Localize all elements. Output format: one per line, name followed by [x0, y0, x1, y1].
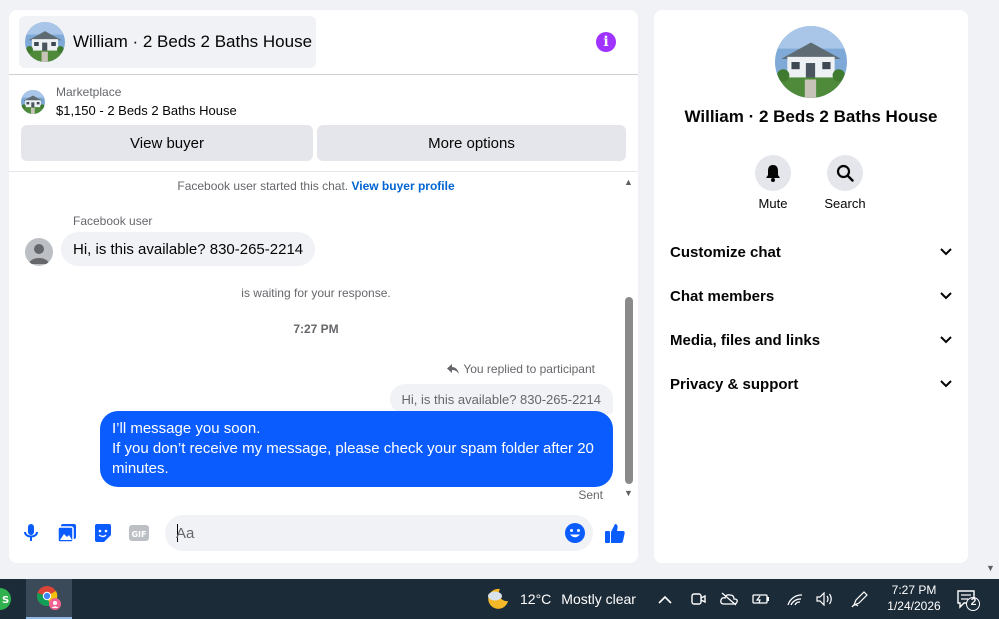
bell-icon — [766, 165, 780, 182]
user-avatar[interactable] — [25, 238, 53, 266]
thumbs-up-icon[interactable] — [604, 522, 626, 544]
clock-date: 1/24/2026 — [887, 599, 941, 613]
mute-button[interactable] — [755, 155, 791, 191]
chrome-icon[interactable] — [26, 579, 72, 619]
meet-now-icon[interactable] — [689, 590, 707, 608]
message-timestamp: 7:27 PM — [293, 322, 339, 336]
chevron-down-icon — [940, 380, 952, 388]
replied-label: You replied to participant — [447, 362, 595, 376]
search-label: Search — [824, 196, 866, 211]
outgoing-line-2: If you don’t receive my message, please … — [112, 440, 594, 477]
taskbar: S 12°C Mostly clear 7:27 PM 1/24/2026 2 — [0, 579, 999, 619]
taskbar-clock[interactable]: 7:27 PM 1/24/2026 — [880, 582, 948, 614]
view-buyer-button[interactable]: View buyer — [21, 125, 313, 161]
cloud-offline-icon[interactable] — [720, 590, 738, 608]
sticker-icon[interactable] — [92, 522, 114, 544]
clock-time: 7:27 PM — [891, 583, 937, 597]
battery-icon[interactable] — [752, 590, 770, 608]
marketplace-label: Marketplace — [56, 85, 122, 99]
menu-chat-members[interactable]: Chat members — [670, 281, 952, 311]
message-input[interactable] — [176, 515, 556, 551]
chevron-down-icon — [940, 248, 952, 256]
menu-label: Media, files and links — [670, 331, 821, 349]
chevron-down-icon — [940, 292, 952, 300]
menu-privacy-support[interactable]: Privacy & support — [670, 369, 952, 399]
chat-title: William · 2 Beds 2 Baths House — [73, 32, 313, 51]
weather-condition: Mostly clear — [561, 591, 636, 607]
message-input-wrapper[interactable] — [165, 515, 593, 551]
reply-arrow-icon — [447, 364, 460, 374]
outgoing-line-1: I’ll message you soon. — [112, 420, 261, 437]
outgoing-message[interactable]: I’ll message you soon. If you don’t rece… — [100, 411, 613, 487]
scroll-up-arrow-icon[interactable]: ▲ — [624, 177, 633, 187]
chat-started-text: Facebook user started this chat. — [177, 179, 349, 193]
emoji-icon[interactable] — [564, 522, 586, 544]
scroll-down-arrow-icon[interactable]: ▼ — [624, 488, 633, 498]
svg-text:GIF: GIF — [131, 530, 146, 539]
chevron-down-icon — [940, 336, 952, 344]
info-icon[interactable]: i — [596, 32, 616, 52]
default-user-icon — [29, 244, 49, 264]
page-scroll-down-arrow-icon[interactable]: ▼ — [986, 563, 995, 573]
photo-icon[interactable] — [56, 522, 78, 544]
volume-icon[interactable] — [816, 590, 834, 608]
more-options-button[interactable]: More options — [317, 125, 626, 161]
marketplace-listing[interactable]: Marketplace $1,150 - 2 Beds 2 Baths Hous… — [21, 84, 237, 120]
chat-scrollbar[interactable]: ▲ ▼ — [623, 174, 635, 502]
taskbar-app-icon[interactable]: S — [0, 588, 12, 610]
notification-center-icon[interactable]: 2 — [956, 589, 980, 611]
chevron-up-icon[interactable] — [656, 590, 674, 608]
wifi-icon[interactable] — [786, 590, 804, 608]
weather-widget[interactable]: 12°C Mostly clear — [486, 587, 636, 611]
microphone-icon[interactable] — [20, 522, 42, 544]
sent-status: Sent — [578, 488, 603, 502]
info-listing-avatar — [775, 26, 847, 98]
sender-name: Facebook user — [73, 214, 153, 228]
listing-thumbnail — [21, 90, 45, 114]
replied-label-text: You replied to participant — [463, 362, 595, 376]
weather-temperature: 12°C — [520, 591, 552, 607]
gif-icon[interactable]: GIF — [128, 522, 150, 544]
search-icon — [836, 164, 854, 182]
mute-label: Mute — [758, 196, 788, 211]
moon-cloud-icon — [488, 588, 508, 609]
menu-label: Customize chat — [670, 243, 781, 261]
chat-info-panel: William · 2 Beds 2 Baths House Mute Sear… — [654, 10, 968, 563]
info-title: William · 2 Beds 2 Baths House — [684, 107, 938, 126]
svg-text:S: S — [2, 595, 9, 606]
chat-panel: William · 2 Beds 2 Baths House i Marketp… — [9, 10, 638, 563]
menu-label: Privacy & support — [670, 375, 799, 393]
scroll-thumb[interactable] — [625, 297, 633, 484]
listing-price-title: $1,150 - 2 Beds 2 Baths House — [56, 103, 237, 118]
waiting-notice: is waiting for your response. — [241, 286, 391, 300]
menu-customize-chat[interactable]: Customize chat — [670, 237, 952, 267]
view-buyer-profile-link[interactable]: View buyer profile — [351, 179, 454, 193]
menu-media-files-links[interactable]: Media, files and links — [670, 325, 952, 355]
chat-started-notice: Facebook user started this chat. View bu… — [9, 179, 623, 193]
notification-count: 2 — [970, 597, 977, 608]
header-divider — [9, 74, 638, 75]
menu-label: Chat members — [670, 287, 775, 305]
chat-header[interactable]: William · 2 Beds 2 Baths House — [19, 16, 316, 68]
search-button[interactable] — [827, 155, 863, 191]
message-composer: GIF — [9, 510, 638, 556]
listing-avatar — [25, 22, 65, 62]
incoming-message[interactable]: Hi, is this available? 830-265-2214 — [61, 232, 316, 266]
quoted-message[interactable]: Hi, is this available? 830-265-2214 — [389, 384, 613, 414]
pen-icon[interactable] — [851, 590, 869, 608]
actions-divider — [9, 171, 638, 172]
